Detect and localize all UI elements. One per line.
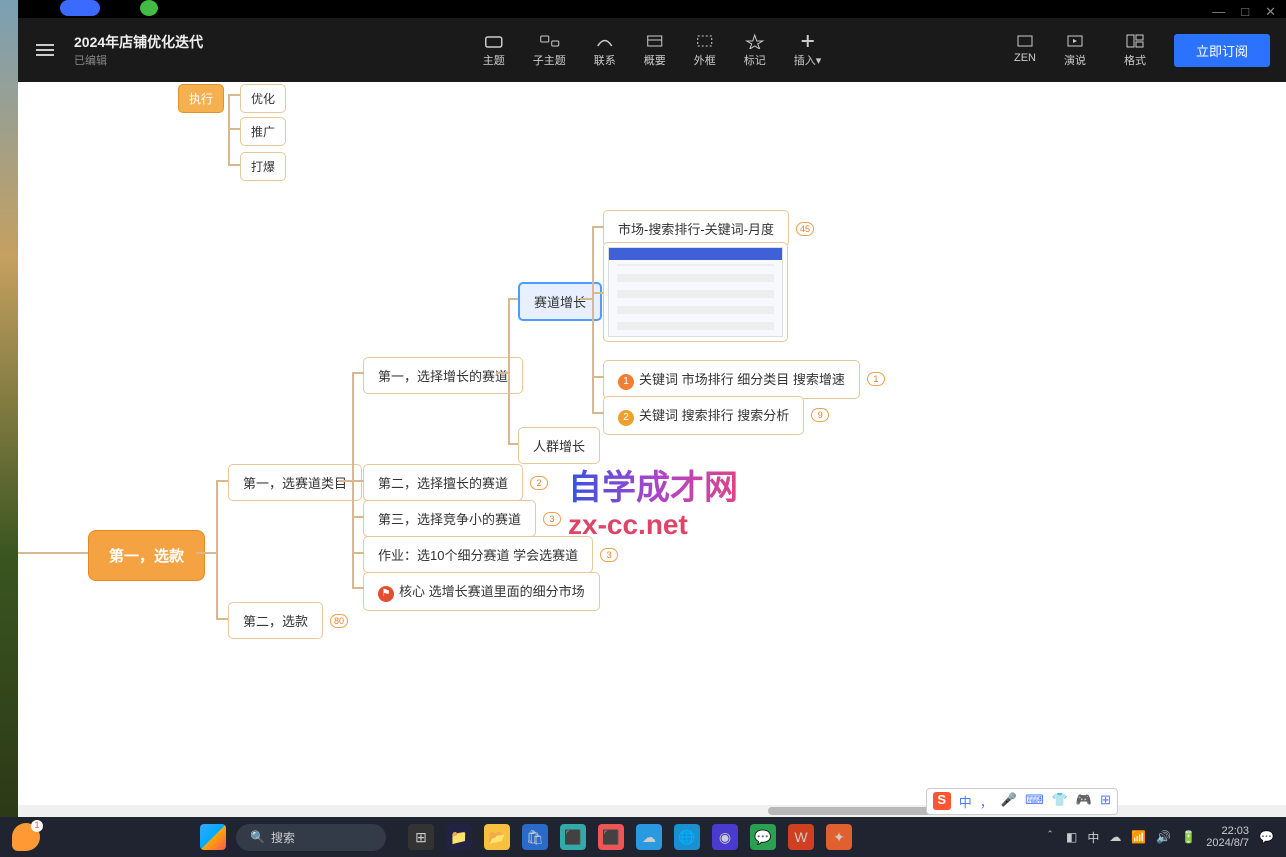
desktop-icons	[60, 0, 158, 16]
marker-button[interactable]: 标记	[744, 33, 766, 68]
node-root[interactable]: 第一，选款	[88, 530, 205, 581]
node-d2[interactable]: 人群增长	[518, 427, 600, 464]
document-status: 已编辑	[74, 52, 203, 68]
search-placeholder: 搜索	[271, 829, 295, 846]
node-execute[interactable]: 执行	[178, 84, 224, 113]
app-icon[interactable]: 📁	[446, 824, 472, 850]
relation-button[interactable]: 联系	[594, 33, 616, 68]
mindmap-canvas[interactable]: 执行 优化 推广 打爆 第一，选款 第一，选赛道类目 第二，选款80 第一，选择…	[18, 82, 1286, 817]
node-c4[interactable]: 作业：选10个细分赛道 学会选赛道3	[363, 536, 593, 573]
ime-lang[interactable]: 中	[959, 792, 972, 811]
center-toolbar: 主题 子主题 联系 概要 外框 标记 插入▾	[483, 33, 822, 68]
node-d1-selected[interactable]: 赛道增长	[518, 282, 602, 321]
priority-2-icon: 2	[618, 410, 634, 426]
ime-keyboard-icon[interactable]: ⌨	[1025, 792, 1044, 811]
ime-punct-icon[interactable]: ，	[980, 792, 993, 811]
tray-lang-icon[interactable]: 中	[1087, 829, 1099, 846]
count-badge: 3	[600, 548, 618, 562]
right-toolbar: ZEN 演说	[1014, 33, 1086, 68]
count-badge: 2	[530, 476, 548, 490]
pin-icon: ⚑	[378, 586, 394, 602]
tray-battery-icon[interactable]: 🔋	[1181, 830, 1196, 844]
ime-voice-icon[interactable]: 🎤	[1001, 792, 1017, 811]
count-badge: 3	[543, 512, 561, 526]
node-explode[interactable]: 打爆	[240, 152, 286, 181]
topic-button[interactable]: 主题	[483, 33, 505, 68]
node-optimize[interactable]: 优化	[240, 84, 286, 113]
node-c3[interactable]: 第三，选择竞争小的赛道3	[363, 500, 536, 537]
ime-game-icon[interactable]: 🎮	[1076, 792, 1092, 811]
wechat-icon[interactable]: 💬	[750, 824, 776, 850]
node-b2[interactable]: 第二，选款80	[228, 602, 323, 639]
search-icon: 🔍	[250, 830, 265, 844]
taskbar-apps: ⊞ 📁 📂 🛍 ⬛ ⬛ ☁ 🌐 ◉ 💬 W ✦	[408, 824, 852, 850]
node-b1[interactable]: 第一，选赛道类目	[228, 464, 362, 501]
boundary-button[interactable]: 外框	[694, 33, 716, 68]
taskbar-clock[interactable]: 22:03 2024/8/7	[1206, 825, 1249, 849]
edge-icon[interactable]: 🌐	[674, 824, 700, 850]
title-block: 2024年店铺优化迭代 已编辑	[74, 32, 203, 68]
tray-app-icon[interactable]: ◧	[1066, 830, 1077, 844]
count-badge: 45	[796, 222, 814, 236]
app-icon[interactable]: ⬛	[598, 824, 624, 850]
tray-wifi-icon[interactable]: 📶	[1131, 830, 1146, 844]
watermark: 自学成才网 zx-cc.net	[568, 460, 738, 541]
app-topbar: 2024年店铺优化迭代 已编辑 主题 子主题 联系 概要 外框 标记 插入▾ Z…	[18, 18, 1286, 82]
document-title[interactable]: 2024年店铺优化迭代	[74, 32, 203, 52]
summary-button[interactable]: 概要	[644, 33, 666, 68]
taskbar-search[interactable]: 🔍 搜索	[236, 824, 386, 851]
onedrive-icon[interactable]: ☁	[636, 824, 662, 850]
taskbar-center: 🔍 搜索 ⊞ 📁 📂 🛍 ⬛ ⬛ ☁ 🌐 ◉ 💬 W ✦	[200, 824, 852, 851]
insert-button[interactable]: 插入▾	[794, 33, 822, 68]
tray-cloud-icon[interactable]: ☁	[1109, 830, 1121, 844]
ime-shirt-icon[interactable]: 👕	[1052, 792, 1068, 811]
node-c2[interactable]: 第二，选择擅长的赛道2	[363, 464, 523, 501]
present-button[interactable]: 演说	[1064, 33, 1086, 68]
node-c5[interactable]: ⚑核心 选增长赛道里面的细分市场	[363, 572, 600, 611]
xmind-icon[interactable]: ✦	[826, 824, 852, 850]
subscribe-button[interactable]: 立即订阅	[1174, 34, 1270, 67]
format-button[interactable]: 格式	[1124, 33, 1146, 68]
node-image-thumbnail[interactable]	[603, 242, 788, 342]
store-icon[interactable]: 🛍	[522, 824, 548, 850]
count-badge: 9	[811, 408, 829, 422]
corner-app-icon[interactable]	[12, 823, 40, 851]
notifications-icon[interactable]: 💬	[1259, 830, 1274, 844]
wps-icon[interactable]: W	[788, 824, 814, 850]
priority-1-icon: 1	[618, 374, 634, 390]
subtopic-button[interactable]: 子主题	[533, 33, 566, 68]
start-button[interactable]	[200, 824, 226, 850]
ime-grid-icon[interactable]: ⊞	[1100, 792, 1111, 811]
ime-float-bar[interactable]: S 中 ， 🎤 ⌨ 👕 🎮 ⊞	[926, 788, 1118, 815]
tray-chevron-icon[interactable]: ＾	[1044, 829, 1056, 846]
taskview-icon[interactable]: ⊞	[408, 824, 434, 850]
count-badge: 80	[330, 614, 348, 628]
tray-volume-icon[interactable]: 🔊	[1156, 830, 1171, 844]
app-icon[interactable]: ⬛	[560, 824, 586, 850]
explorer-icon[interactable]: 📂	[484, 824, 510, 850]
zen-button[interactable]: ZEN	[1014, 33, 1036, 68]
far-right-toolbar: 格式 立即订阅	[1124, 33, 1270, 68]
node-promote[interactable]: 推广	[240, 117, 286, 146]
ime-logo-icon: S	[933, 792, 951, 810]
node-c1[interactable]: 第一，选择增长的赛道	[363, 357, 523, 394]
xmind-window: — □ ✕ 2024年店铺优化迭代 已编辑 主题 子主题 联系 概要 外框 标记…	[18, 18, 1286, 817]
hamburger-menu-icon[interactable]	[30, 35, 60, 65]
node-e3[interactable]: 1关键词 市场排行 细分类目 搜索增速1	[603, 360, 860, 399]
node-e4[interactable]: 2关键词 搜索排行 搜索分析9	[603, 396, 804, 435]
desktop-background-strip	[0, 0, 18, 857]
app-icon[interactable]: ◉	[712, 824, 738, 850]
count-badge: 1	[867, 372, 885, 386]
system-tray: ＾ ◧ 中 ☁ 📶 🔊 🔋 22:03 2024/8/7 💬	[1044, 825, 1274, 849]
taskbar: 🔍 搜索 ⊞ 📁 📂 🛍 ⬛ ⬛ ☁ 🌐 ◉ 💬 W ✦ ＾ ◧ 中 ☁ 📶 🔊…	[0, 817, 1286, 857]
